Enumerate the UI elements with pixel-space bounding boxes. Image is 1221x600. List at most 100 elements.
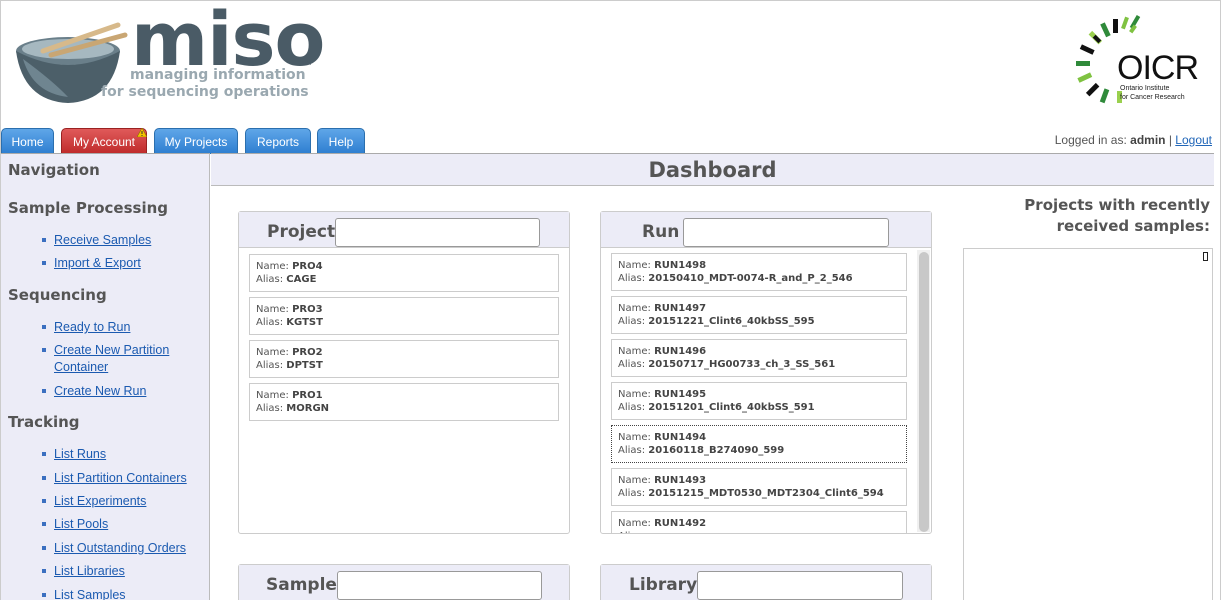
name-label: Name: <box>256 347 293 358</box>
recent-projects-panel[interactable] <box>963 248 1213 600</box>
login-separator: | <box>1165 133 1176 147</box>
alias-label: Alias: <box>256 360 287 371</box>
run-list-scrollbar[interactable] <box>917 250 930 532</box>
sample-widget-header: Sample <box>239 565 569 600</box>
scrollbar-thumb[interactable] <box>919 252 929 532</box>
run-name: RUN1492 <box>654 518 707 529</box>
warning-icon <box>137 128 147 137</box>
name-label: Name: <box>618 303 655 314</box>
name-label: Name: <box>618 475 655 486</box>
trademark-symbol: TM <box>301 59 312 67</box>
sidebar-link-list-experiments[interactable]: List Experiments <box>54 493 204 510</box>
project-name: PRO1 <box>292 390 323 401</box>
project-search-input[interactable] <box>335 218 540 247</box>
run-search-input[interactable] <box>683 218 889 247</box>
sidebar-link-list-partition-containers[interactable]: List Partition Containers <box>54 470 204 487</box>
logo-tagline-line2: for sequencing operations <box>101 84 309 100</box>
logout-link[interactable]: Logout <box>1175 133 1212 147</box>
project-card[interactable]: Name: PRO3 Alias: KGTST <box>249 297 559 335</box>
sidebar-link-receive-samples[interactable]: Receive Samples <box>54 232 204 249</box>
run-card[interactable]: Name: RUN1495 Alias: 20151201_Clint6_40k… <box>611 382 907 420</box>
recent-projects-title-line1: Projects with recently <box>1024 196 1210 214</box>
sample-widget: Sample <box>238 564 570 600</box>
bullet-icon <box>42 546 46 550</box>
library-search-input[interactable] <box>697 571 903 600</box>
sidebar-link-list-outstanding-orders[interactable]: List Outstanding Orders <box>54 540 204 557</box>
sidebar: Navigation Sample Processing Receive Sam… <box>1 153 210 600</box>
project-widget-title: Project <box>267 222 336 242</box>
run-name: RUN1498 <box>654 260 707 271</box>
page-title: Dashboard <box>648 158 777 182</box>
run-card[interactable]: Name: RUN1493 Alias: 20151215_MDT0530_MD… <box>611 468 907 506</box>
project-name: PRO3 <box>292 304 323 315</box>
project-card[interactable]: Name: PRO1 Alias: MORGN <box>249 383 559 421</box>
run-name: RUN1495 <box>654 389 707 400</box>
sidebar-link-list-runs[interactable]: List Runs <box>54 446 204 463</box>
project-name: PRO4 <box>292 261 323 272</box>
run-name: RUN1496 <box>654 346 707 357</box>
run-alias: 20151201_Clint6_40kbSS_591 <box>648 402 815 413</box>
resize-handle-icon[interactable] <box>1203 252 1208 261</box>
alias-label: Alias: <box>256 274 287 285</box>
sidebar-heading-sample-processing: Sample Processing <box>8 199 169 217</box>
sidebar-link-list-samples[interactable]: List Samples <box>54 587 204 600</box>
project-alias: DPTST <box>286 360 323 371</box>
bullet-icon <box>42 261 46 265</box>
name-label: Name: <box>618 389 655 400</box>
sidebar-link-list-pools[interactable]: List Pools <box>54 516 204 533</box>
run-card[interactable]: Name: RUN1498 Alias: 20150410_MDT-0074-R… <box>611 253 907 291</box>
run-card[interactable]: Name: RUN1497 Alias: 20151221_Clint6_40k… <box>611 296 907 334</box>
recent-projects-title-line2: received samples: <box>1056 217 1210 235</box>
sample-search-input[interactable] <box>337 571 542 600</box>
sample-widget-title: Sample <box>266 575 337 595</box>
run-alias: 20151221_Clint6_40kbSS_595 <box>648 316 815 327</box>
recent-projects-title: Projects with recently received samples: <box>1024 195 1210 237</box>
run-card[interactable]: Name: RUN1492 Alias: <box>611 511 907 533</box>
project-widget: Project Name: PRO4 Alias: CAGE Name: PRO… <box>238 211 570 534</box>
sidebar-link-ready-to-run[interactable]: Ready to Run <box>54 319 204 336</box>
logo-tagline-line1: managing information <box>130 67 306 83</box>
alias-label: Alias: <box>618 402 649 413</box>
run-name: RUN1494 <box>654 432 707 443</box>
bullet-icon <box>42 569 46 573</box>
tab-reports[interactable]: Reports <box>245 128 311 154</box>
sidebar-link-create-run[interactable]: Create New Run <box>54 383 204 400</box>
alias-label: Alias: <box>618 273 649 284</box>
name-label: Name: <box>618 518 655 529</box>
oicr-subtitle-line2: for Cancer Research <box>1120 94 1185 101</box>
run-widget-header: Run <box>601 212 931 248</box>
sidebar-heading-tracking: Tracking <box>8 413 80 431</box>
sidebar-link-import-export[interactable]: Import & Export <box>54 255 204 272</box>
tab-my-account[interactable]: My Account <box>61 128 147 154</box>
run-card[interactable]: Name: RUN1496 Alias: 20150717_HG00733_ch… <box>611 339 907 377</box>
bullet-icon <box>42 348 46 352</box>
bullet-icon <box>42 499 46 503</box>
library-widget: Library <box>600 564 932 600</box>
alias-label: Alias: <box>618 445 649 456</box>
run-alias: 20160118_B274090_599 <box>648 445 785 456</box>
login-prefix: Logged in as: <box>1054 133 1131 147</box>
miso-logo[interactable]: miso TM managing information for sequenc… <box>13 0 333 107</box>
alias-label: Alias: <box>618 488 649 499</box>
name-label: Name: <box>618 346 655 357</box>
tab-my-projects[interactable]: My Projects <box>154 128 238 154</box>
project-card[interactable]: Name: PRO2 Alias: DPTST <box>249 340 559 378</box>
tab-help[interactable]: Help <box>317 128 365 154</box>
tab-home[interactable]: Home <box>1 128 54 154</box>
sidebar-link-list-libraries[interactable]: List Libraries <box>54 563 204 580</box>
run-widget: Run Name: RUN1498 Alias: 20150410_MDT-00… <box>600 211 932 534</box>
project-alias: KGTST <box>286 317 323 328</box>
run-list[interactable]: Name: RUN1498 Alias: 20150410_MDT-0074-R… <box>601 249 931 533</box>
oicr-logo[interactable]: OICR Ontario Institute for Cancer Resear… <box>1073 13 1213 109</box>
project-widget-header: Project <box>239 212 569 248</box>
alias-label: Alias: <box>618 531 645 533</box>
dashboard-header: Dashboard <box>211 153 1214 186</box>
run-alias: 20150410_MDT-0074-R_and_P_2_546 <box>648 273 853 284</box>
bullet-icon <box>42 593 46 597</box>
project-card[interactable]: Name: PRO4 Alias: CAGE <box>249 254 559 292</box>
bullet-icon <box>42 389 46 393</box>
page: miso TM managing information for sequenc… <box>0 0 1221 600</box>
sidebar-link-create-partition-container[interactable]: Create New Partition Container <box>54 342 204 376</box>
run-card-selected[interactable]: Name: RUN1494 Alias: 20160118_B274090_59… <box>611 425 907 463</box>
alias-label: Alias: <box>256 403 287 414</box>
